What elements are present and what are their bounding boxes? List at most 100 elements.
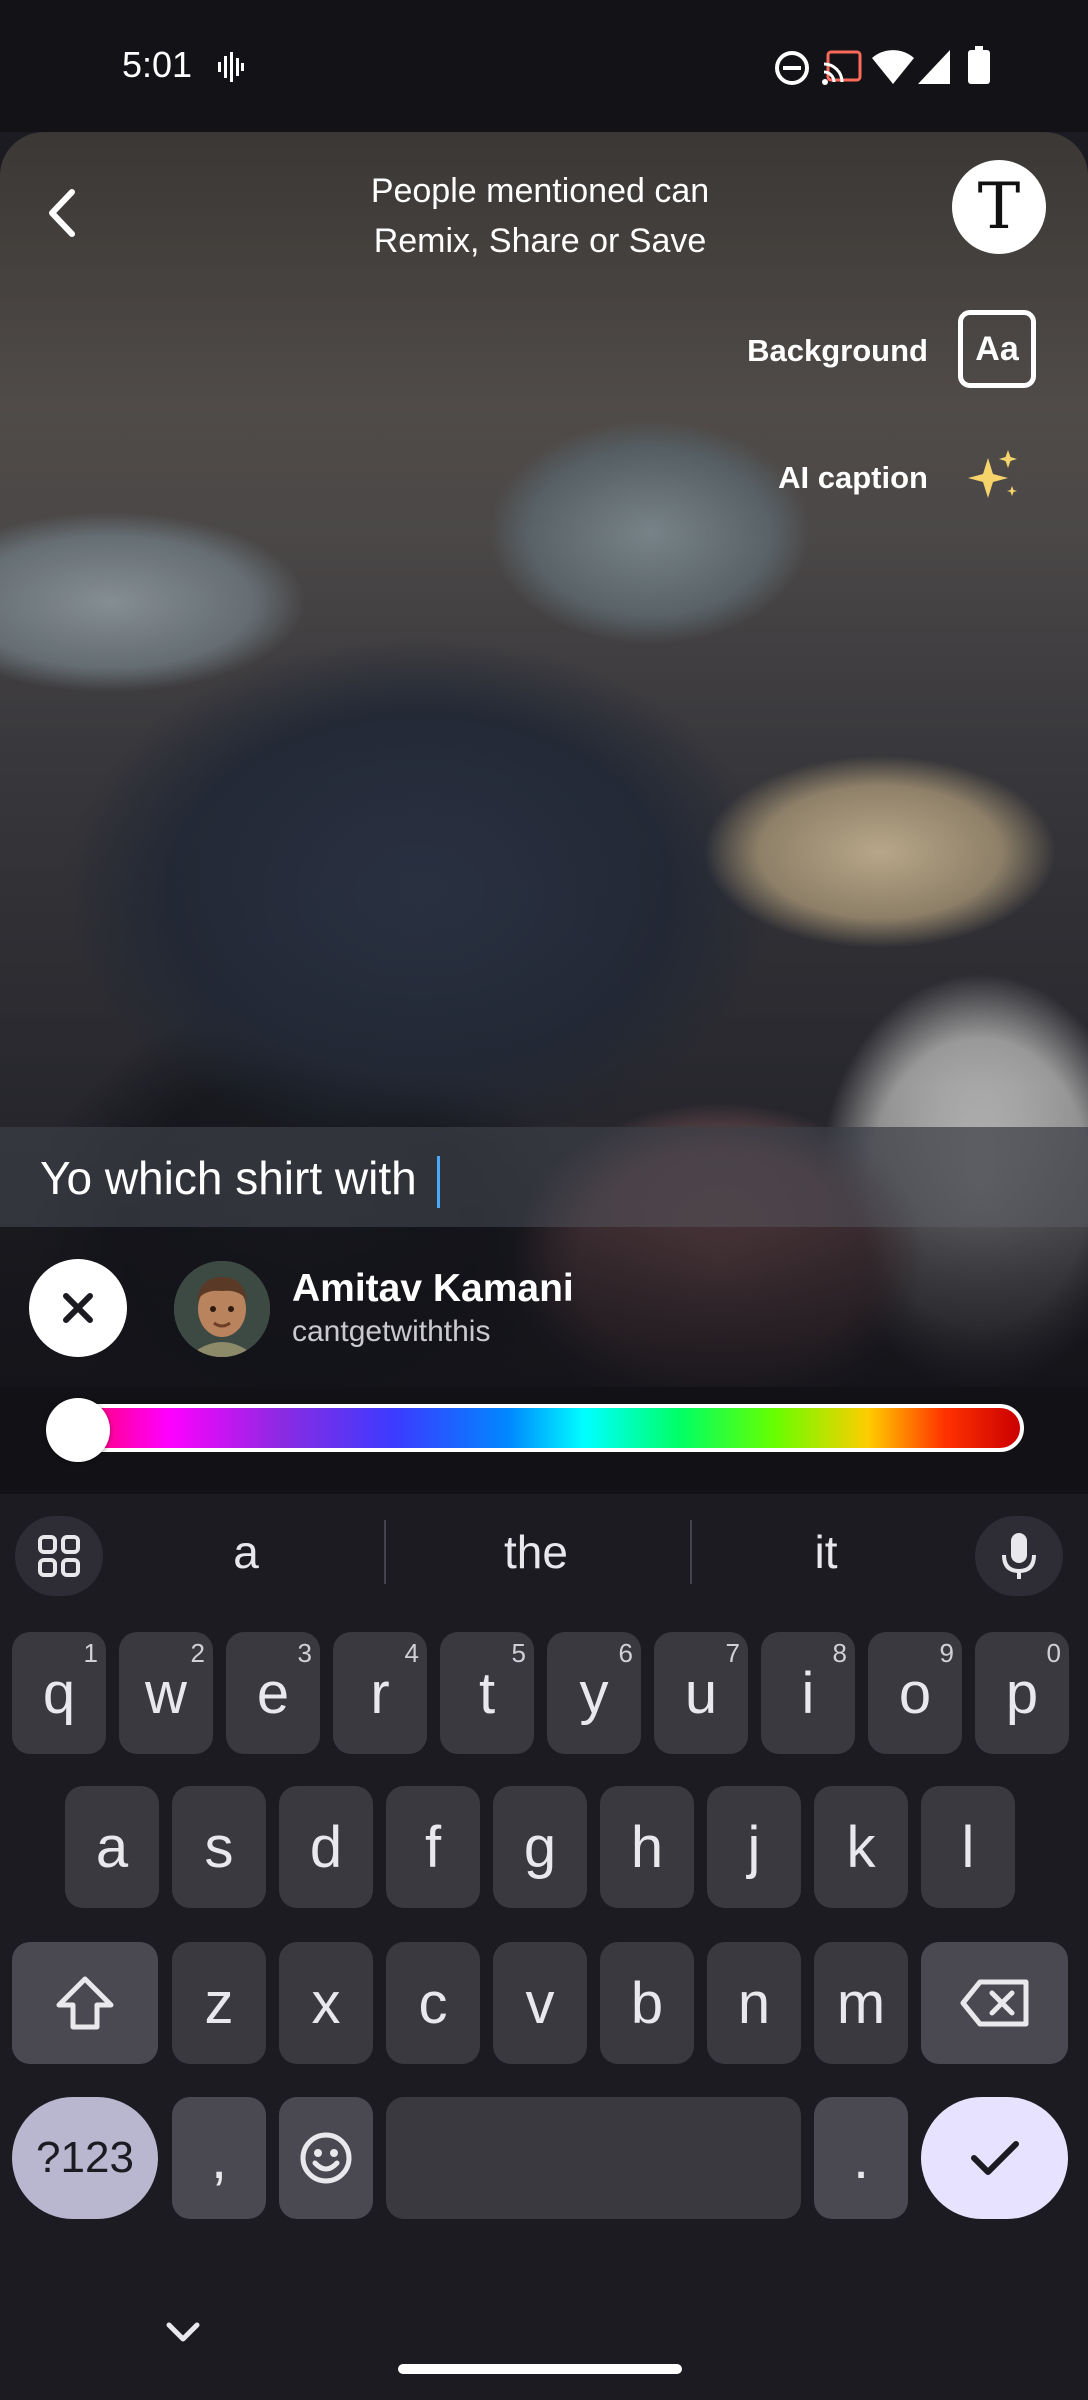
microphone-icon (1002, 1533, 1036, 1579)
cast-icon (822, 50, 862, 85)
key-m[interactable]: m (814, 1942, 908, 2064)
status-time: 5:01 (122, 44, 193, 85)
comma-key[interactable]: , (172, 2097, 266, 2219)
key-hint: 6 (618, 1638, 633, 1668)
sound-wave-icon (218, 52, 244, 82)
backspace-key[interactable] (921, 1942, 1068, 2064)
text-style-button[interactable]: T (952, 160, 1046, 254)
suggestion-1[interactable]: a (146, 1524, 346, 1580)
mention-permission-notice: People mentioned can Remix, Share or Sav… (300, 166, 780, 266)
emoji-icon (300, 2132, 352, 2184)
key-g[interactable]: g (493, 1786, 587, 1908)
grid-icon (38, 1535, 80, 1577)
color-slider-handle[interactable] (46, 1398, 110, 1462)
key-c[interactable]: c (386, 1942, 480, 2064)
key-label: e (256, 1660, 290, 1726)
sparkle-icon[interactable] (966, 448, 1022, 504)
checkmark-icon (970, 2141, 1019, 2175)
period-key[interactable]: . (814, 2097, 908, 2219)
key-label: t (478, 1660, 496, 1726)
key-r[interactable]: r4 (333, 1632, 427, 1754)
key-v[interactable]: v (493, 1942, 587, 2064)
key-hint: 4 (404, 1638, 419, 1668)
key-label: p (1005, 1660, 1039, 1726)
key-hint: 2 (190, 1638, 205, 1668)
key-label: y (579, 1660, 609, 1726)
key-label: u (684, 1660, 718, 1726)
key-a[interactable]: a (65, 1786, 159, 1908)
background-label[interactable]: Background (747, 333, 928, 369)
shift-key[interactable] (12, 1942, 158, 2064)
key-label: o (898, 1660, 932, 1726)
key-label: w (145, 1660, 187, 1726)
bitmoji-avatar-icon (174, 1261, 270, 1357)
key-w[interactable]: w2 (119, 1632, 213, 1754)
key-hint: 8 (832, 1638, 847, 1668)
signal-icon (918, 50, 950, 84)
key-hint: 7 (725, 1638, 740, 1668)
home-gesture-bar[interactable] (398, 2364, 682, 2374)
dnd-icon (775, 51, 809, 85)
hide-keyboard-chevron-icon[interactable] (166, 2322, 200, 2344)
key-hint: 1 (83, 1638, 98, 1668)
key-p[interactable]: p0 (975, 1632, 1069, 1754)
ai-caption-label[interactable]: AI caption (778, 460, 928, 496)
done-key[interactable] (921, 2097, 1068, 2219)
mention-display-name: Amitav Kamani (292, 1267, 574, 1310)
key-f[interactable]: f (386, 1786, 480, 1908)
key-label: q (42, 1660, 76, 1726)
symbols-key[interactable]: ?123 (12, 2097, 158, 2219)
suggestion-2[interactable]: the (436, 1524, 636, 1580)
key-k[interactable]: k (814, 1786, 908, 1908)
notice-line-2: Remix, Share or Save (373, 222, 707, 260)
keyboard-apps-button[interactable] (15, 1516, 103, 1596)
suggestion-divider (384, 1520, 386, 1584)
key-o[interactable]: o9 (868, 1632, 962, 1754)
key-u[interactable]: u7 (654, 1632, 748, 1754)
key-h[interactable]: h (600, 1786, 694, 1908)
suggestion-3[interactable]: it (726, 1524, 926, 1580)
backspace-icon (960, 1979, 1028, 2027)
color-slider[interactable] (70, 1404, 1024, 1452)
key-label: r (370, 1660, 390, 1726)
key-e[interactable]: e3 (226, 1632, 320, 1754)
key-d[interactable]: d (279, 1786, 373, 1908)
key-hint: 0 (1046, 1638, 1061, 1668)
mention-suggestion[interactable]: Amitav Kamani cantgetwiththis (0, 1227, 1088, 1387)
key-hint: 3 (297, 1638, 312, 1668)
mention-username: cantgetwiththis (292, 1315, 491, 1348)
key-n[interactable]: n (707, 1942, 801, 2064)
text-tool-icon: T (977, 170, 1021, 244)
battery-icon (968, 46, 990, 84)
avatar (174, 1261, 270, 1357)
dismiss-mention-button[interactable] (29, 1259, 127, 1357)
key-hint: 5 (511, 1638, 526, 1668)
close-icon (63, 1293, 93, 1323)
key-j[interactable]: j (707, 1786, 801, 1908)
space-key[interactable] (386, 2097, 801, 2219)
key-hint: 9 (939, 1638, 954, 1668)
key-z[interactable]: z (172, 1942, 266, 2064)
key-q[interactable]: q1 (12, 1632, 106, 1754)
key-label: i (801, 1660, 815, 1726)
key-i[interactable]: i8 (761, 1632, 855, 1754)
key-y[interactable]: y6 (547, 1632, 641, 1754)
key-t[interactable]: t5 (440, 1632, 534, 1754)
back-arrow-icon[interactable] (36, 180, 92, 246)
suggestion-divider (690, 1520, 692, 1584)
shift-icon (56, 1976, 114, 2030)
background-toggle-icon[interactable]: Aa (958, 310, 1036, 388)
caption-text: Yo which shirt with (40, 1152, 430, 1204)
text-cursor (437, 1155, 441, 1208)
caption-input[interactable]: Yo which shirt with (40, 1151, 441, 1208)
notice-line-1: People mentioned can (370, 172, 710, 210)
voice-input-button[interactable] (975, 1516, 1063, 1596)
key-s[interactable]: s (172, 1786, 266, 1908)
caption-input-bar[interactable]: Yo which shirt with (0, 1127, 1088, 1227)
key-b[interactable]: b (600, 1942, 694, 2064)
wifi-icon (872, 50, 914, 84)
status-bar: 5:01 (0, 0, 1088, 132)
emoji-key[interactable] (279, 2097, 373, 2219)
key-x[interactable]: x (279, 1942, 373, 2064)
key-l[interactable]: l (921, 1786, 1015, 1908)
